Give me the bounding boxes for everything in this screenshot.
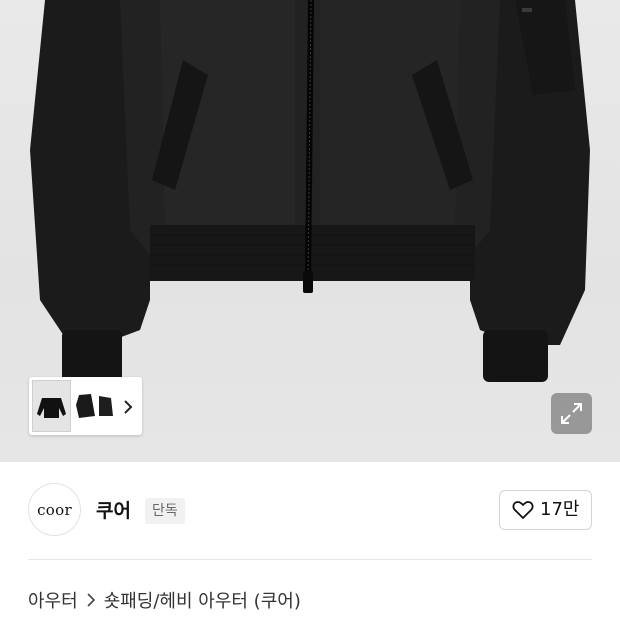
brand-logo-text: coor [37,500,72,519]
divider [28,559,592,560]
brand-logo[interactable]: coor [28,483,81,536]
breadcrumb-item-short-padding[interactable]: 숏패딩/헤비 아우터 (쿠어) [104,591,301,612]
product-image-hero[interactable] [0,0,620,462]
thumbnail-item-1[interactable] [32,380,71,432]
like-count: 17만 [540,499,580,520]
thumbnail-item-2[interactable] [73,380,97,432]
brand-name[interactable]: 쿠어 [96,496,131,523]
jacket-front-thumb-icon [37,398,66,418]
chevron-right-icon [86,590,96,614]
thumbnail-next-button[interactable] [119,397,137,417]
breadcrumb-item-outer[interactable]: 아우터 [28,591,78,612]
expand-image-button[interactable] [551,393,592,434]
breadcrumb: 아우터 숏패딩/헤비 아우터 (쿠어) [28,590,301,614]
chevron-right-icon [124,400,133,414]
exclusive-badge: 단독 [145,498,185,524]
heart-outline-icon [512,501,534,519]
expand-icon [561,403,582,424]
jacket-side-thumb-icon [76,394,95,418]
like-button[interactable]: 17만 [499,490,592,530]
